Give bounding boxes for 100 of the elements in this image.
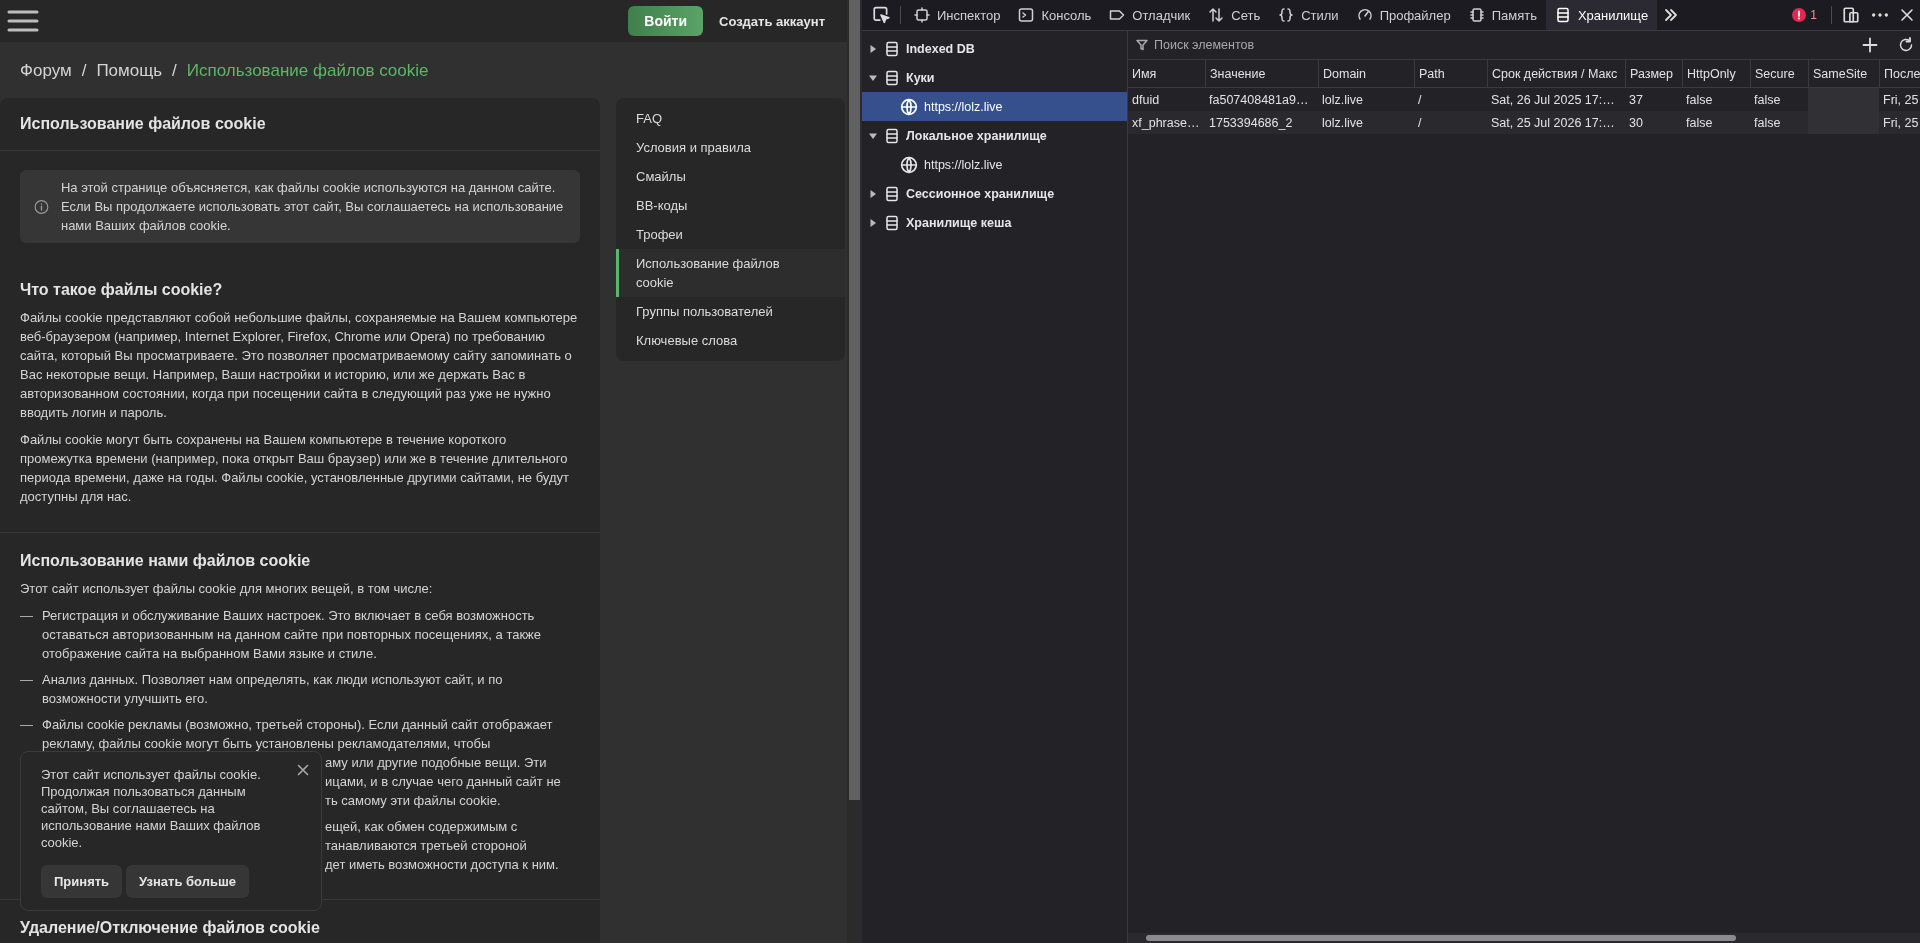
styles-icon (1278, 7, 1295, 23)
plus-icon (1862, 37, 1878, 53)
devtools-tab[interactable]: Консоль (1009, 0, 1101, 30)
list-item-text: Анализ данных. Позволяет нам определять, как люди используют сайт, и по возможности улучшить его. (42, 671, 504, 708)
empty-table-cell (1808, 88, 1879, 111)
table-cell: lolz.live (1318, 111, 1414, 134)
tree-item[interactable]: https://lolz.live (862, 150, 1127, 179)
column-header[interactable]: Secure (1750, 60, 1808, 88)
menu-icon[interactable] (6, 9, 40, 33)
network-icon (1208, 7, 1225, 23)
table-cell-text: lolz.live (1321, 91, 1364, 109)
breadcrumb-separator: / (81, 60, 87, 80)
devtools-tab[interactable]: Память (1459, 0, 1546, 30)
column-header[interactable]: Domain (1318, 60, 1414, 88)
collapsed-arrow-icon[interactable] (869, 218, 877, 227)
table-cell-text: / (1417, 91, 1423, 109)
storage-icon (884, 69, 900, 86)
column-header[interactable]: Path (1414, 60, 1487, 88)
column-header[interactable]: После (1879, 60, 1920, 88)
tree-item[interactable]: Куки (862, 63, 1127, 92)
column-header[interactable]: Значение (1205, 60, 1318, 88)
table-cell: false (1682, 111, 1750, 134)
tree-item[interactable]: Сессионное хранилище (862, 179, 1127, 208)
expanded-arrow-icon[interactable] (869, 73, 877, 82)
storage-icon (884, 127, 900, 144)
close-button[interactable] (297, 764, 309, 776)
globe-icon (900, 155, 918, 174)
inspector-icon (914, 7, 930, 23)
help-menu-item[interactable]: FAQ (616, 104, 845, 133)
help-menu-item[interactable]: Использование файлов cookie (616, 249, 845, 297)
tree-item[interactable]: Хранилище кеша (862, 208, 1127, 237)
tree-item[interactable]: https://lolz.live (862, 92, 1127, 121)
breadcrumb-separator: / (172, 60, 177, 80)
column-header[interactable]: Срок действия / Макс (1487, 60, 1625, 88)
breadcrumb-link[interactable]: Форум (20, 60, 72, 80)
table-cell-text: Sat, 26 Jul 2025 17:… (1490, 91, 1616, 109)
breadcrumb-link[interactable]: Помощь (96, 60, 163, 80)
profiler-icon (1356, 7, 1373, 23)
help-menu-item[interactable]: Группы пользователей (616, 297, 845, 326)
error-icon (1792, 8, 1807, 22)
double-chevron-icon (1663, 7, 1680, 23)
table-cell-text: 37 (1628, 91, 1644, 109)
filter-field[interactable]: Поиск элементов (1154, 38, 1848, 52)
table-cell-text: false (1685, 91, 1714, 109)
list-item-text: Регистрация и обслуживание Ваших настроек. Это включает в себя возможность оставаться авторизованным на данном сайте при повторных посещениях, а также отображение сайта на выбранном Вами языке и стиле. (42, 607, 543, 663)
table-cell-text: dfuid (1131, 91, 1161, 109)
table-cell: / (1414, 111, 1487, 134)
devtools-tab[interactable]: Отладчик (1100, 0, 1200, 30)
paragraph: Этот сайт использует файлы cookie для многих вещей, в том числе: (20, 580, 434, 598)
tree-item[interactable]: Локальное хранилище (862, 121, 1127, 150)
devtools-tab[interactable]: Инспектор (905, 0, 1010, 30)
table-cell-text: fa507408481a9… (1208, 91, 1310, 109)
column-header[interactable]: Имя (1128, 60, 1205, 88)
section-heading: Что такое файлы cookie? (20, 280, 224, 300)
table-cell: xf_phrase… (1128, 111, 1205, 134)
table-cell-text: false (1753, 91, 1782, 109)
table-cell: 1753394686_2 (1205, 111, 1318, 134)
memory-icon (1468, 7, 1485, 23)
list-dash: — (20, 607, 34, 625)
collapsed-arrow-icon[interactable] (869, 189, 877, 198)
debugger-icon (1109, 7, 1126, 23)
storage-icon (884, 214, 900, 231)
learn-more-button[interactable]: Узнать больше (126, 865, 249, 898)
devtools-tab[interactable]: Сеть (1199, 0, 1270, 30)
devtools-tab[interactable]: Хранилище (1545, 0, 1658, 30)
pick-element-icon (872, 6, 890, 24)
section-heading: Использование нами файлов cookie (20, 551, 312, 571)
notice-text: Если Вы продолжаете использовать этот сайт, Вы соглашаетесь на использование нами Ваших файлов cookie. (60, 198, 565, 235)
column-header[interactable]: HttpOnly (1682, 60, 1750, 88)
error-count-button[interactable]: 1 (1782, 0, 1827, 30)
list-dash: — (20, 671, 34, 689)
expanded-arrow-icon[interactable] (869, 131, 877, 140)
list-item-text: ицами, и в случае чего данный сайт не (325, 773, 561, 791)
accept-button[interactable]: Принять (41, 865, 123, 898)
close-icon (297, 764, 309, 776)
login-button[interactable]: Войти (628, 6, 703, 36)
devtools-tab[interactable]: Профайлер (1347, 0, 1460, 30)
storage-icon (1554, 7, 1571, 23)
help-menu-item[interactable]: Смайлы (616, 162, 845, 191)
list-item-text: ть самому эти файлы cookie. (325, 792, 501, 810)
help-menu-item[interactable]: Ключевые слова (616, 326, 845, 355)
storage-icon (884, 40, 900, 57)
table-cell: false (1750, 111, 1808, 134)
help-menu-item[interactable]: Условия и правила (616, 133, 845, 162)
devices-icon (1842, 6, 1860, 24)
devtools-tab[interactable]: Стили (1269, 0, 1348, 30)
list-item-text: дет иметь возможности доступа к ним. (325, 856, 559, 874)
column-header[interactable]: Размер (1625, 60, 1682, 88)
cookie-notice-text: Этот сайт использует файлы cookie. Продолжая пользоваться данным сайтом, Вы соглашаетесь на использование нами Ваших файлов cookie. (41, 766, 262, 851)
article-title: Использование файлов cookie (0, 98, 600, 151)
create-account-button[interactable]: Создать аккаунт (707, 6, 837, 36)
console-icon (1018, 7, 1035, 23)
help-menu-item[interactable]: BB-коды (616, 191, 845, 220)
tree-item[interactable]: Indexed DB (862, 34, 1127, 63)
help-menu-item[interactable]: Трофеи (616, 220, 845, 249)
table-cell: Sat, 25 Jul 2026 17:… (1487, 111, 1625, 134)
collapsed-arrow-icon[interactable] (869, 44, 877, 53)
horizontal-scrollbar[interactable] (1128, 933, 1920, 943)
breadcrumb-link[interactable]: Использование файлов cookie (186, 60, 429, 80)
vertical-scrollbar[interactable] (847, 0, 862, 943)
